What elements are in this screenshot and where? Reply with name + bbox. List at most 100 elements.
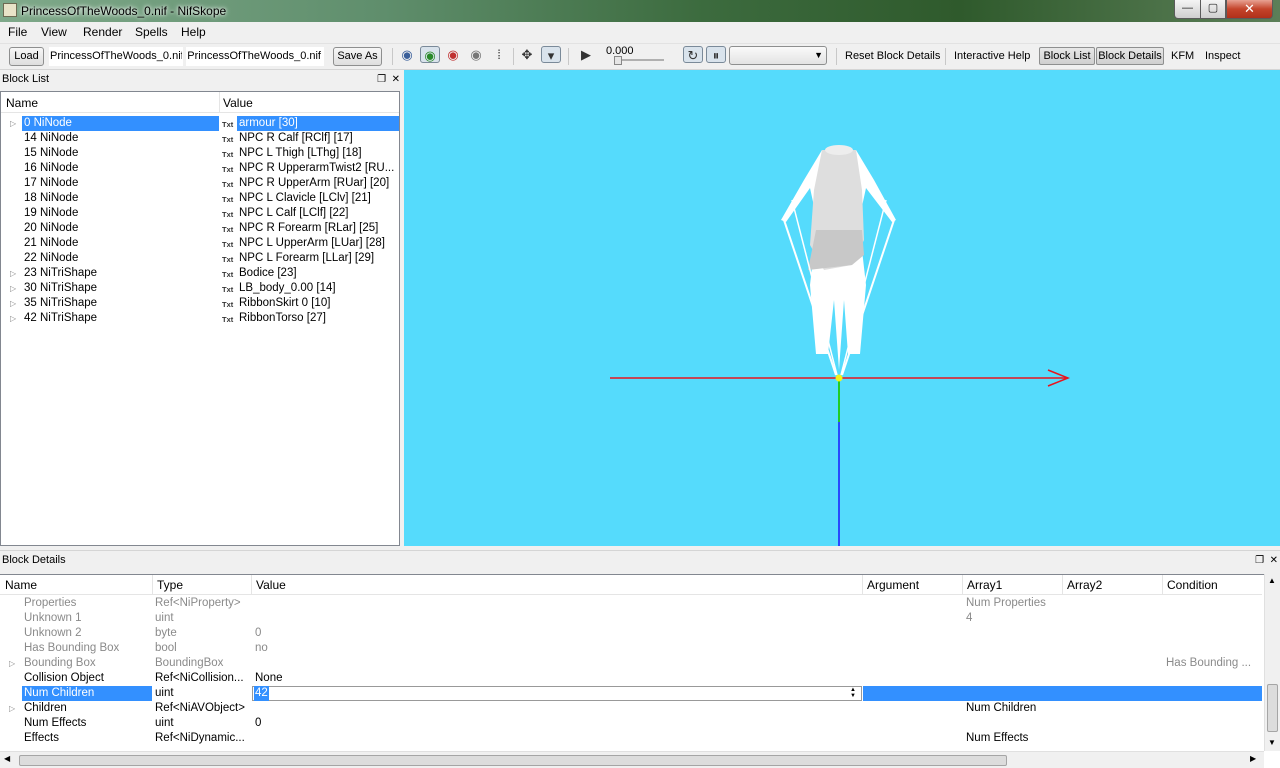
column-header-name[interactable]: Name <box>5 578 37 592</box>
block-name: 16 NiNode <box>24 162 79 174</box>
animation-select[interactable]: ▼ <box>729 46 827 65</box>
eye-icon[interactable]: ◉ <box>420 46 440 63</box>
details-horizontal-scrollbar[interactable]: ◀ ▶ <box>0 751 1264 768</box>
table-row[interactable]: Unknown 1 uint 4 <box>0 611 1262 626</box>
block-details-toggle[interactable]: Block Details <box>1096 47 1164 65</box>
load-path-field[interactable]: PrincessOfTheWoods_0.nif <box>49 47 183 66</box>
block-list-tree[interactable]: Name Value ▷ 0 NiNode Txt armour [30] 14 NiN… <box>0 91 400 546</box>
menu-file[interactable]: File <box>8 25 27 39</box>
chevron-down-icon[interactable]: ▼ <box>1268 738 1276 747</box>
column-header-array1[interactable]: Array1 <box>967 578 1002 592</box>
float-icon[interactable]: ❐ <box>1255 555 1264 566</box>
chevron-right-icon[interactable]: ▶ <box>1250 754 1256 763</box>
close-icon[interactable]: ✕ <box>392 74 400 85</box>
reset-block-details-button[interactable]: Reset Block Details <box>845 50 940 62</box>
table-row[interactable]: 15 NiNode Txt NPC L Thigh [LThg] [18] <box>1 146 399 161</box>
column-header-array2[interactable]: Array2 <box>1067 578 1102 592</box>
table-row[interactable]: 20 NiNode Txt NPC R Forearm [RLar] [25] <box>1 221 399 236</box>
field-type: uint <box>155 612 174 624</box>
menu-render[interactable]: Render <box>83 25 122 39</box>
column-header-value[interactable]: Value <box>223 96 253 110</box>
table-row[interactable]: Num Children uint 42 ▲ ▼ <box>0 686 1262 701</box>
field-array1: Num Children <box>966 702 1037 714</box>
table-row[interactable]: 22 NiNode Txt NPC L Forearm [LLar] [29] <box>1 251 399 266</box>
spin-arrows-icon[interactable]: ▲ ▼ <box>850 687 856 699</box>
block-list-title: Block List <box>2 73 50 85</box>
play-icon[interactable]: ▶ <box>576 46 596 63</box>
table-row[interactable]: ▷ Bounding Box BoundingBox Has Bounding ... <box>0 656 1262 671</box>
table-row[interactable]: 19 NiNode Txt NPC L Calf [LClf] [22] <box>1 206 399 221</box>
column-header-condition[interactable]: Condition <box>1167 578 1218 592</box>
table-row[interactable]: 17 NiNode Txt NPC R UpperArm [RUar] [20] <box>1 176 399 191</box>
3d-viewport[interactable] <box>404 70 1280 546</box>
interactive-help-button[interactable]: Interactive Help <box>954 50 1030 62</box>
txt-badge: Txt <box>222 225 234 234</box>
dropdown-icon[interactable]: ▾ <box>541 46 561 63</box>
load-button[interactable]: Load <box>9 47 44 66</box>
expand-icon[interactable]: ▷ <box>10 296 16 311</box>
axes-icon[interactable]: ✥ <box>517 46 537 63</box>
table-row[interactable]: ▷ 23 NiTriShape Txt Bodice [23] <box>1 266 399 281</box>
save-as-button[interactable]: Save As <box>333 47 382 66</box>
eye-icon[interactable]: ◉ <box>443 46 463 63</box>
inspect-button[interactable]: Inspect <box>1205 50 1240 62</box>
value-spinbox[interactable] <box>252 686 862 701</box>
table-row[interactable]: Properties Ref<NiProperty> Num Properties <box>0 596 1262 611</box>
block-details-table[interactable]: Name Type Value Argument Array1 Array2 C… <box>0 574 1280 768</box>
block-name: 35 NiTriShape <box>24 297 98 309</box>
table-row[interactable]: ▷ 35 NiTriShape Txt RibbonSkirt 0 [10] <box>1 296 399 311</box>
table-row[interactable]: Collision Object Ref<NiCollision... None <box>0 671 1262 686</box>
column-header-value[interactable]: Value <box>256 578 286 592</box>
expand-icon[interactable]: ▷ <box>10 281 16 296</box>
close-icon[interactable]: ✕ <box>1270 555 1278 566</box>
chevron-up-icon[interactable]: ▲ <box>1268 576 1276 585</box>
close-button[interactable]: ✕ <box>1226 0 1273 19</box>
eye-icon[interactable]: ◉ <box>466 46 486 63</box>
column-header-name[interactable]: Name <box>6 96 38 110</box>
block-name: 15 NiNode <box>24 147 79 159</box>
menu-help[interactable]: Help <box>181 25 206 39</box>
menu-view[interactable]: View <box>41 25 67 39</box>
txt-badge: Txt <box>222 165 234 174</box>
expand-icon[interactable]: ▷ <box>10 266 16 281</box>
table-row[interactable]: Unknown 2 byte 0 <box>0 626 1262 641</box>
pause-icon[interactable]: ⏸ <box>706 46 726 63</box>
expand-icon[interactable]: ▷ <box>9 701 15 716</box>
scrollbar-thumb[interactable] <box>19 755 1007 766</box>
block-details-header: Name Type Value Argument Array1 Array2 C… <box>0 575 1262 595</box>
column-header-type[interactable]: Type <box>157 578 183 592</box>
table-row[interactable]: 16 NiNode Txt NPC R UpperarmTwist2 [RU... <box>1 161 399 176</box>
table-row[interactable]: ▷ 42 NiTriShape Txt RibbonTorso [27] <box>1 311 399 326</box>
expand-icon[interactable]: ▷ <box>9 656 15 671</box>
eye-icon[interactable]: ◉ <box>397 46 417 63</box>
block-name: 18 NiNode <box>24 192 79 204</box>
table-row[interactable]: 18 NiNode Txt NPC L Clavicle [LClv] [21] <box>1 191 399 206</box>
save-path-field[interactable]: PrincessOfTheWoods_0.nif <box>186 47 324 66</box>
field-value[interactable]: 42 <box>254 686 269 701</box>
table-row[interactable]: ▷ 30 NiTriShape Txt LB_body_0.00 [14] <box>1 281 399 296</box>
table-row[interactable]: Effects Ref<NiDynamic... Num Effects <box>0 731 1262 746</box>
table-row[interactable]: 21 NiNode Txt NPC L UpperArm [LUar] [28] <box>1 236 399 251</box>
minimize-button[interactable]: — <box>1174 0 1201 19</box>
table-row[interactable]: 14 NiNode Txt NPC R Calf [RClf] [17] <box>1 131 399 146</box>
scrollbar-thumb[interactable] <box>1267 684 1278 732</box>
time-slider[interactable] <box>614 56 622 65</box>
table-row[interactable]: ▷ Children Ref<NiAVObject> Num Children <box>0 701 1262 716</box>
chevron-left-icon[interactable]: ◀ <box>4 754 10 763</box>
field-array1: Num Effects <box>966 732 1029 744</box>
expand-icon[interactable]: ▷ <box>10 116 16 131</box>
column-header-argument[interactable]: Argument <box>867 578 919 592</box>
maximize-button[interactable]: ▢ <box>1200 0 1226 19</box>
footprints-icon[interactable]: ⁞ <box>489 46 509 63</box>
details-vertical-scrollbar[interactable]: ▲ ▼ <box>1264 574 1280 751</box>
block-list-toggle[interactable]: Block List <box>1039 47 1095 65</box>
kfm-button[interactable]: KFM <box>1171 50 1194 62</box>
float-icon[interactable]: ❐ <box>377 74 386 85</box>
table-row[interactable]: Has Bounding Box bool no <box>0 641 1262 656</box>
table-row[interactable]: Num Effects uint 0 <box>0 716 1262 731</box>
table-row[interactable]: ▷ 0 NiNode Txt armour [30] <box>1 116 399 131</box>
menu-spells[interactable]: Spells <box>135 25 168 39</box>
loop-icon[interactable]: ↻ <box>683 46 703 63</box>
expand-icon[interactable]: ▷ <box>10 311 16 326</box>
block-name: 22 NiNode <box>24 252 79 264</box>
